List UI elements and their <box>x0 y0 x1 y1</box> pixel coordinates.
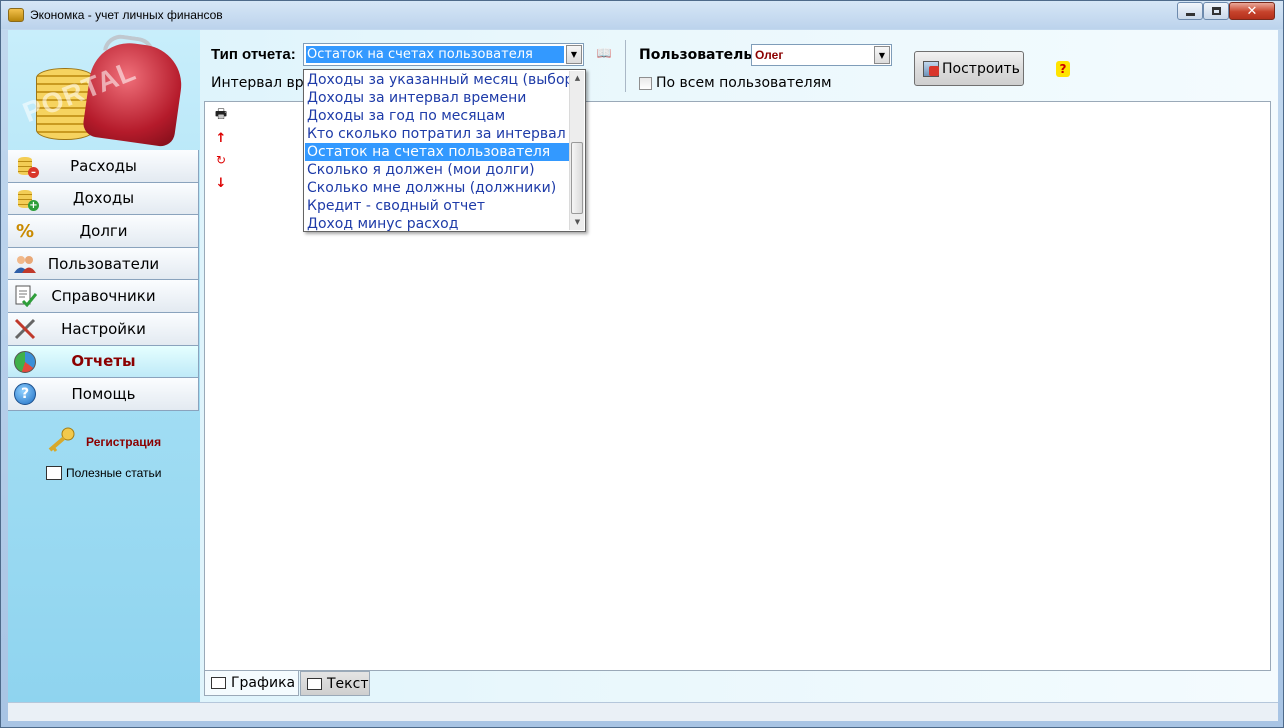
scroll-down-icon[interactable]: ▼ <box>570 215 585 230</box>
print-icon[interactable]: 🖶 <box>213 107 229 124</box>
dropdown-option[interactable]: Доход минус расход <box>305 215 569 233</box>
arrow-down-icon[interactable]: ↓ <box>213 175 229 191</box>
interval-label: Интервал времени <box>211 75 303 91</box>
dropdown-option[interactable]: Сколько мне должны (должники) <box>305 179 569 197</box>
tab-graphics-label: Графика <box>231 675 296 691</box>
useful-articles-link[interactable]: Полезные статьи <box>66 466 161 480</box>
keys-icon[interactable] <box>46 426 78 454</box>
sidebar-item-income[interactable]: + Доходы <box>8 182 199 216</box>
report-type-select[interactable]: Остаток на счетах пользователя ▼ <box>303 43 584 66</box>
sidebar-item-label: Доходы <box>72 189 135 208</box>
document-icon <box>307 677 322 690</box>
app-window: Экономка - учет личных финансов ✕ PORTAL… <box>0 0 1284 728</box>
articles-icon <box>46 466 62 480</box>
dropdown-option[interactable]: Кто сколько потратил за интервал <box>305 125 569 143</box>
build-report-button[interactable]: Построить <box>914 51 1024 86</box>
chevron-down-icon[interactable]: ▼ <box>874 46 890 64</box>
minimize-button[interactable] <box>1177 2 1203 20</box>
all-users-label[interactable]: По всем пользователям <box>656 75 832 91</box>
scrollbar-thumb[interactable] <box>571 142 583 214</box>
sidebar-item-label: Справочники <box>51 287 156 306</box>
sidebar-item-label: Пользователи <box>47 254 160 273</box>
build-button-label: Построить <box>942 60 1020 77</box>
question-icon[interactable]: ? <box>1056 61 1070 77</box>
sidebar-item-label: Отчеты <box>71 352 136 371</box>
graphics-icon <box>211 677 226 689</box>
sidebar-item-reports[interactable]: Отчеты <box>8 345 199 379</box>
sidebar-item-debts[interactable]: % Долги <box>8 215 199 248</box>
sidebar-item-expenses[interactable]: – Расходы <box>8 150 199 183</box>
report-type-label: Тип отчета: <box>211 46 296 63</box>
sidebar: PORTAL – Расходы + Доходы % Долги Пользо… <box>8 30 200 702</box>
sidebar-item-label: Долги <box>79 221 128 240</box>
dropdown-option[interactable]: Доходы за указанный месяц (выбор) <box>305 71 569 89</box>
arrow-up-icon[interactable]: ↑ <box>213 130 229 146</box>
tab-text-label: Текст <box>327 675 369 692</box>
report-type-value: Остаток на счетах пользователя <box>306 46 564 63</box>
app-logo: PORTAL <box>8 30 198 150</box>
dropdown-option[interactable]: Кредит - сводный отчет <box>305 197 569 215</box>
user-select[interactable]: Олег ▼ <box>751 44 892 66</box>
tab-text[interactable]: Текст <box>300 671 370 696</box>
book-icon[interactable]: 📖 <box>596 46 612 60</box>
toolbar-divider <box>625 40 626 92</box>
sidebar-item-label: Расходы <box>70 156 137 175</box>
report-type-dropdown[interactable]: Доходы за указанный месяц (выбор) Доходы… <box>303 69 586 232</box>
sidebar-item-label: Настройки <box>61 319 146 338</box>
build-icon <box>923 60 939 77</box>
sidebar-item-directories[interactable]: Справочники <box>8 280 199 313</box>
app-icon <box>8 8 24 22</box>
sidebar-item-label: Помощь <box>71 384 136 403</box>
minimize-icon <box>1185 12 1195 16</box>
sidebar-item-users[interactable]: Пользователи <box>8 247 199 281</box>
user-value: Олег <box>755 48 784 62</box>
registration-link[interactable]: Регистрация <box>86 435 161 449</box>
client-area: PORTAL – Расходы + Доходы % Долги Пользо… <box>8 30 1278 721</box>
close-icon: ✕ <box>1246 3 1258 19</box>
scroll-up-icon[interactable]: ▲ <box>570 71 585 86</box>
maximize-icon <box>1211 7 1221 15</box>
sidebar-item-settings[interactable]: Настройки <box>8 312 199 346</box>
status-bar <box>8 702 1278 721</box>
all-users-checkbox[interactable] <box>639 77 652 90</box>
dropdown-option[interactable]: Доходы за год по месяцам <box>305 107 569 125</box>
dropdown-scrollbar[interactable]: ▲ ▼ <box>569 71 584 230</box>
sidebar-nav: – Расходы + Доходы % Долги Пользователи <box>8 150 199 411</box>
refresh-icon[interactable]: ↻ <box>213 152 229 168</box>
dropdown-option[interactable]: Доходы за интервал времени <box>305 89 569 107</box>
maximize-button[interactable] <box>1203 2 1229 20</box>
chevron-down-icon[interactable]: ▼ <box>566 45 582 64</box>
tab-graphics[interactable]: Графика <box>204 671 299 696</box>
window-title: Экономка - учет личных финансов <box>30 8 223 22</box>
sidebar-item-help[interactable]: ? Помощь <box>8 378 199 411</box>
dropdown-option-selected[interactable]: Остаток на счетах пользователя <box>305 143 569 161</box>
dropdown-option[interactable]: Сколько я должен (мои долги) <box>305 161 569 179</box>
close-button[interactable]: ✕ <box>1229 2 1275 20</box>
user-label: Пользователь: <box>639 47 758 63</box>
title-bar[interactable]: Экономка - учет личных финансов ✕ <box>1 1 1283 29</box>
